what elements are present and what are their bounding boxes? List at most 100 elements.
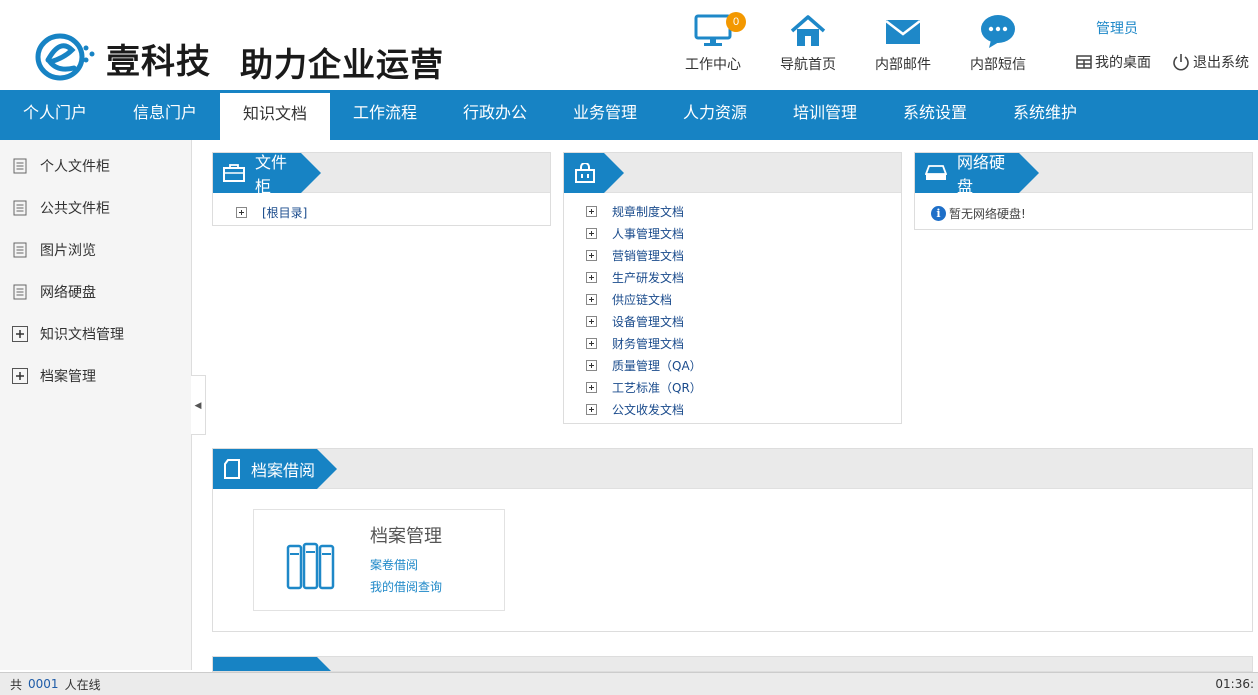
- panel-tab: [564, 153, 624, 193]
- tree-item[interactable]: 人事管理文档: [586, 222, 901, 244]
- work-center-button[interactable]: 0 工作中心: [678, 12, 748, 74]
- expand-icon[interactable]: [586, 359, 597, 371]
- expand-icon[interactable]: [586, 293, 597, 305]
- tree-item-label: 规章制度文档: [612, 204, 685, 219]
- public-docs-panel: 规章制度文档 人事管理文档 营销管理文档 生产研发文档 供应链文档 设备管理文档…: [563, 152, 902, 424]
- tree-item[interactable]: 设备管理文档: [586, 310, 901, 332]
- document-icon: [223, 459, 241, 479]
- expand-icon[interactable]: [586, 337, 597, 349]
- sidebar-item-image-browse[interactable]: 图片浏览: [0, 229, 191, 271]
- work-center-label: 工作中心: [685, 56, 741, 72]
- brand-name: 壹科技: [106, 42, 211, 82]
- tree-item[interactable]: 公文收发文档: [586, 398, 901, 420]
- internal-mail-button[interactable]: 内部邮件: [868, 14, 938, 74]
- caret-left-icon: ◀: [194, 399, 202, 410]
- sidebar-item-public-cabinet[interactable]: 公共文件柜: [0, 187, 191, 229]
- sidebar-item-label: 档案管理: [40, 368, 96, 384]
- card-title: 档案管理: [370, 526, 442, 546]
- tree-item-label: [根目录]: [262, 205, 308, 220]
- nav-admin-office[interactable]: 行政办公: [440, 90, 550, 140]
- info-icon: i: [931, 206, 946, 221]
- panel-tab: 档案借阅: [213, 449, 337, 489]
- document-icon: [12, 284, 28, 300]
- case-borrow-link[interactable]: 案卷借阅: [370, 556, 418, 573]
- grid-icon: [1076, 55, 1092, 69]
- nav-knowledge-docs[interactable]: 知识文档: [220, 90, 330, 140]
- sidebar-collapse-button[interactable]: ◀: [191, 375, 206, 435]
- document-icon: [12, 242, 28, 258]
- panel-tab: 文件柜: [213, 153, 321, 196]
- expand-icon[interactable]: [586, 403, 597, 415]
- main-nav: 个人门户 信息门户 知识文档 工作流程 行政办公 业务管理 人力资源 培训管理 …: [0, 90, 1258, 140]
- network-disk-panel: 网络硬盘 i 暂无网络硬盘!: [914, 152, 1253, 230]
- nav-personal-portal[interactable]: 个人门户: [0, 90, 110, 140]
- chat-icon: [981, 15, 1015, 48]
- online-prefix: 共: [10, 677, 23, 692]
- power-icon: [1173, 54, 1189, 71]
- sidebar-item-archive-management[interactable]: 档案管理: [0, 355, 191, 397]
- panel-header: 文件柜: [213, 153, 550, 196]
- tree-item[interactable]: 财务管理文档: [586, 332, 901, 354]
- document-icon: [12, 200, 28, 216]
- expand-icon: [12, 368, 28, 384]
- sidebar-item-label: 个人文件柜: [40, 158, 110, 174]
- sidebar-item-network-disk[interactable]: 网络硬盘: [0, 271, 191, 313]
- archive-borrow-panel: 档案借阅 档案管理 案卷借阅 我的借阅查询: [212, 448, 1253, 632]
- my-desktop-link[interactable]: 我的桌面: [1076, 52, 1151, 72]
- panel-title: 档案借阅: [251, 463, 316, 480]
- expand-icon[interactable]: [586, 227, 597, 239]
- briefcase-icon: [223, 164, 245, 182]
- tree-item[interactable]: 工艺标准（QR）: [586, 376, 901, 398]
- hard-disk-icon: [925, 164, 947, 182]
- home-icon: [790, 15, 826, 46]
- my-borrow-query-link[interactable]: 我的借阅查询: [370, 578, 442, 595]
- nav-system-settings[interactable]: 系统设置: [880, 90, 990, 140]
- nav-training[interactable]: 培训管理: [770, 90, 880, 140]
- expand-icon[interactable]: [586, 271, 597, 283]
- mail-icon: [885, 20, 921, 44]
- tree-item[interactable]: 规章制度文档: [586, 200, 901, 222]
- expand-icon[interactable]: [586, 249, 597, 261]
- tree-item[interactable]: 营销管理文档: [586, 244, 901, 266]
- expand-icon[interactable]: [586, 205, 597, 217]
- sidebar-item-label: 知识文档管理: [40, 326, 124, 342]
- notification-badge: 0: [726, 12, 746, 32]
- logout-label: 退出系统: [1193, 54, 1249, 70]
- panel-tab: 网络硬盘: [915, 153, 1039, 196]
- tree-item-label: 人事管理文档: [612, 226, 685, 241]
- empty-message: 暂无网络硬盘!: [949, 207, 1026, 221]
- online-suffix: 人在线: [64, 677, 101, 692]
- admin-username[interactable]: 管理员: [1096, 18, 1138, 38]
- sidebar-item-label: 图片浏览: [40, 242, 96, 258]
- nav-home-button[interactable]: 导航首页: [773, 14, 843, 74]
- internal-sms-button[interactable]: 内部短信: [963, 14, 1033, 74]
- nav-business[interactable]: 业务管理: [550, 90, 660, 140]
- nav-workflow[interactable]: 工作流程: [330, 90, 440, 140]
- panel-title: 文件柜: [255, 155, 288, 196]
- nav-home-label: 导航首页: [780, 56, 836, 72]
- nav-system-maintenance[interactable]: 系统维护: [990, 90, 1100, 140]
- expand-icon[interactable]: [586, 381, 597, 393]
- tree-item-label: 工艺标准（QR）: [612, 380, 702, 395]
- tree-item-label: 财务管理文档: [612, 336, 685, 351]
- logout-link[interactable]: 退出系统: [1172, 52, 1249, 72]
- panel-header: 网络硬盘: [915, 153, 1252, 196]
- tree-item-label: 质量管理（QA）: [612, 358, 702, 373]
- expand-icon[interactable]: [236, 206, 247, 218]
- tree-item[interactable]: 供应链文档: [586, 288, 901, 310]
- expand-icon: [12, 326, 28, 342]
- sidebar-item-personal-cabinet[interactable]: 个人文件柜: [0, 145, 191, 187]
- clock: 01:36:: [1215, 677, 1254, 691]
- panel-title: 网络硬盘: [957, 155, 1006, 196]
- archive-management-card: 档案管理 案卷借阅 我的借阅查询: [253, 509, 505, 611]
- tree-item[interactable]: 质量管理（QA）: [586, 354, 901, 376]
- tree-item-root[interactable]: [根目录]: [236, 201, 550, 223]
- tree-item[interactable]: 生产研发文档: [586, 266, 901, 288]
- document-icon: [12, 158, 28, 174]
- online-count[interactable]: 0001: [28, 677, 59, 691]
- expand-icon[interactable]: [586, 315, 597, 327]
- internal-mail-label: 内部邮件: [875, 56, 931, 72]
- sidebar-item-knowledge-management[interactable]: 知识文档管理: [0, 313, 191, 355]
- nav-hr[interactable]: 人力资源: [660, 90, 770, 140]
- nav-info-portal[interactable]: 信息门户: [110, 90, 220, 140]
